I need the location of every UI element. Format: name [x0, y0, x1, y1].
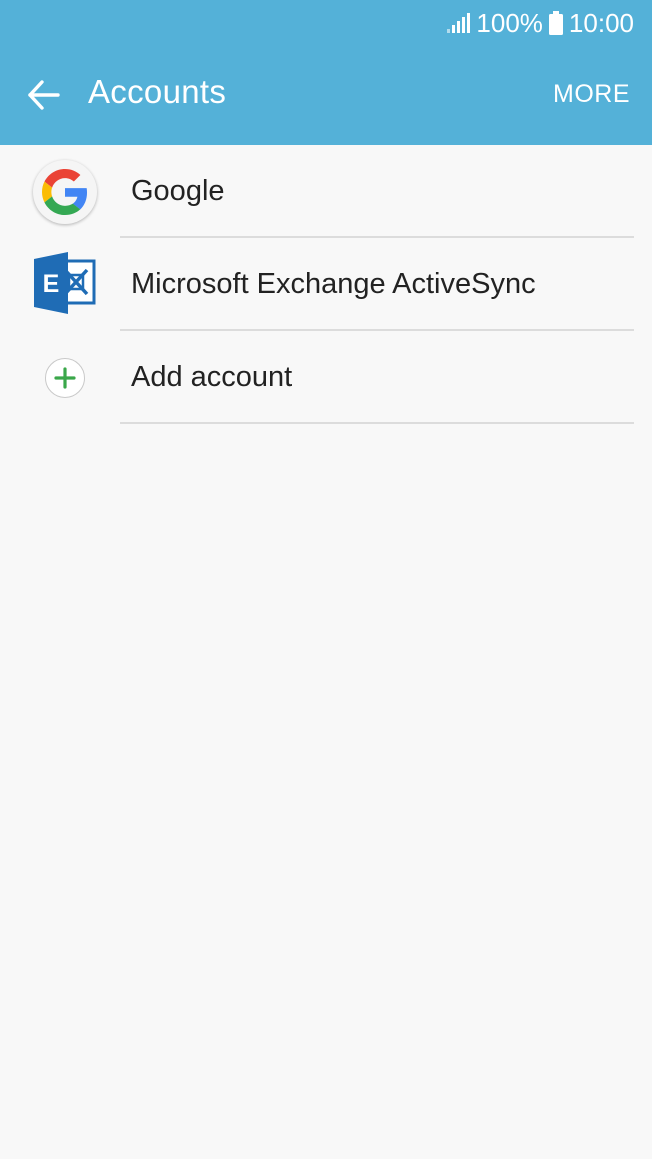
google-icon	[33, 160, 97, 224]
add-icon	[45, 358, 85, 398]
battery-percent: 100%	[476, 7, 543, 38]
battery-icon	[548, 11, 563, 35]
app-bar: 100% 10:00 Accounts MORE	[0, 0, 652, 145]
account-label-google: Google	[131, 175, 225, 207]
add-icon-container	[31, 344, 99, 412]
status-indicators: 100% 10:00	[446, 8, 634, 38]
exchange-icon: E	[32, 251, 98, 320]
account-label-exchange: Microsoft Exchange ActiveSync	[131, 268, 536, 300]
account-row-exchange[interactable]: E Microsoft Exchange ActiveSync	[0, 238, 652, 331]
add-account-label: Add account	[131, 361, 293, 393]
page-title: Accounts	[88, 73, 227, 110]
google-icon-container	[31, 158, 99, 226]
accounts-list: Google E Microsoft Exchange ActiveSync A…	[0, 145, 652, 424]
svg-text:E: E	[43, 270, 60, 298]
toolbar: Accounts MORE	[0, 46, 652, 145]
back-button[interactable]	[20, 72, 68, 118]
status-time: 10:00	[568, 7, 634, 38]
status-bar: 100% 10:00	[0, 0, 652, 46]
divider	[120, 422, 634, 424]
back-arrow-icon	[20, 72, 68, 118]
exchange-icon-container: E	[31, 251, 99, 319]
more-button[interactable]: MORE	[553, 80, 630, 109]
add-account-row[interactable]: Add account	[0, 331, 652, 424]
signal-icon	[446, 12, 471, 34]
account-row-google[interactable]: Google	[0, 145, 652, 238]
